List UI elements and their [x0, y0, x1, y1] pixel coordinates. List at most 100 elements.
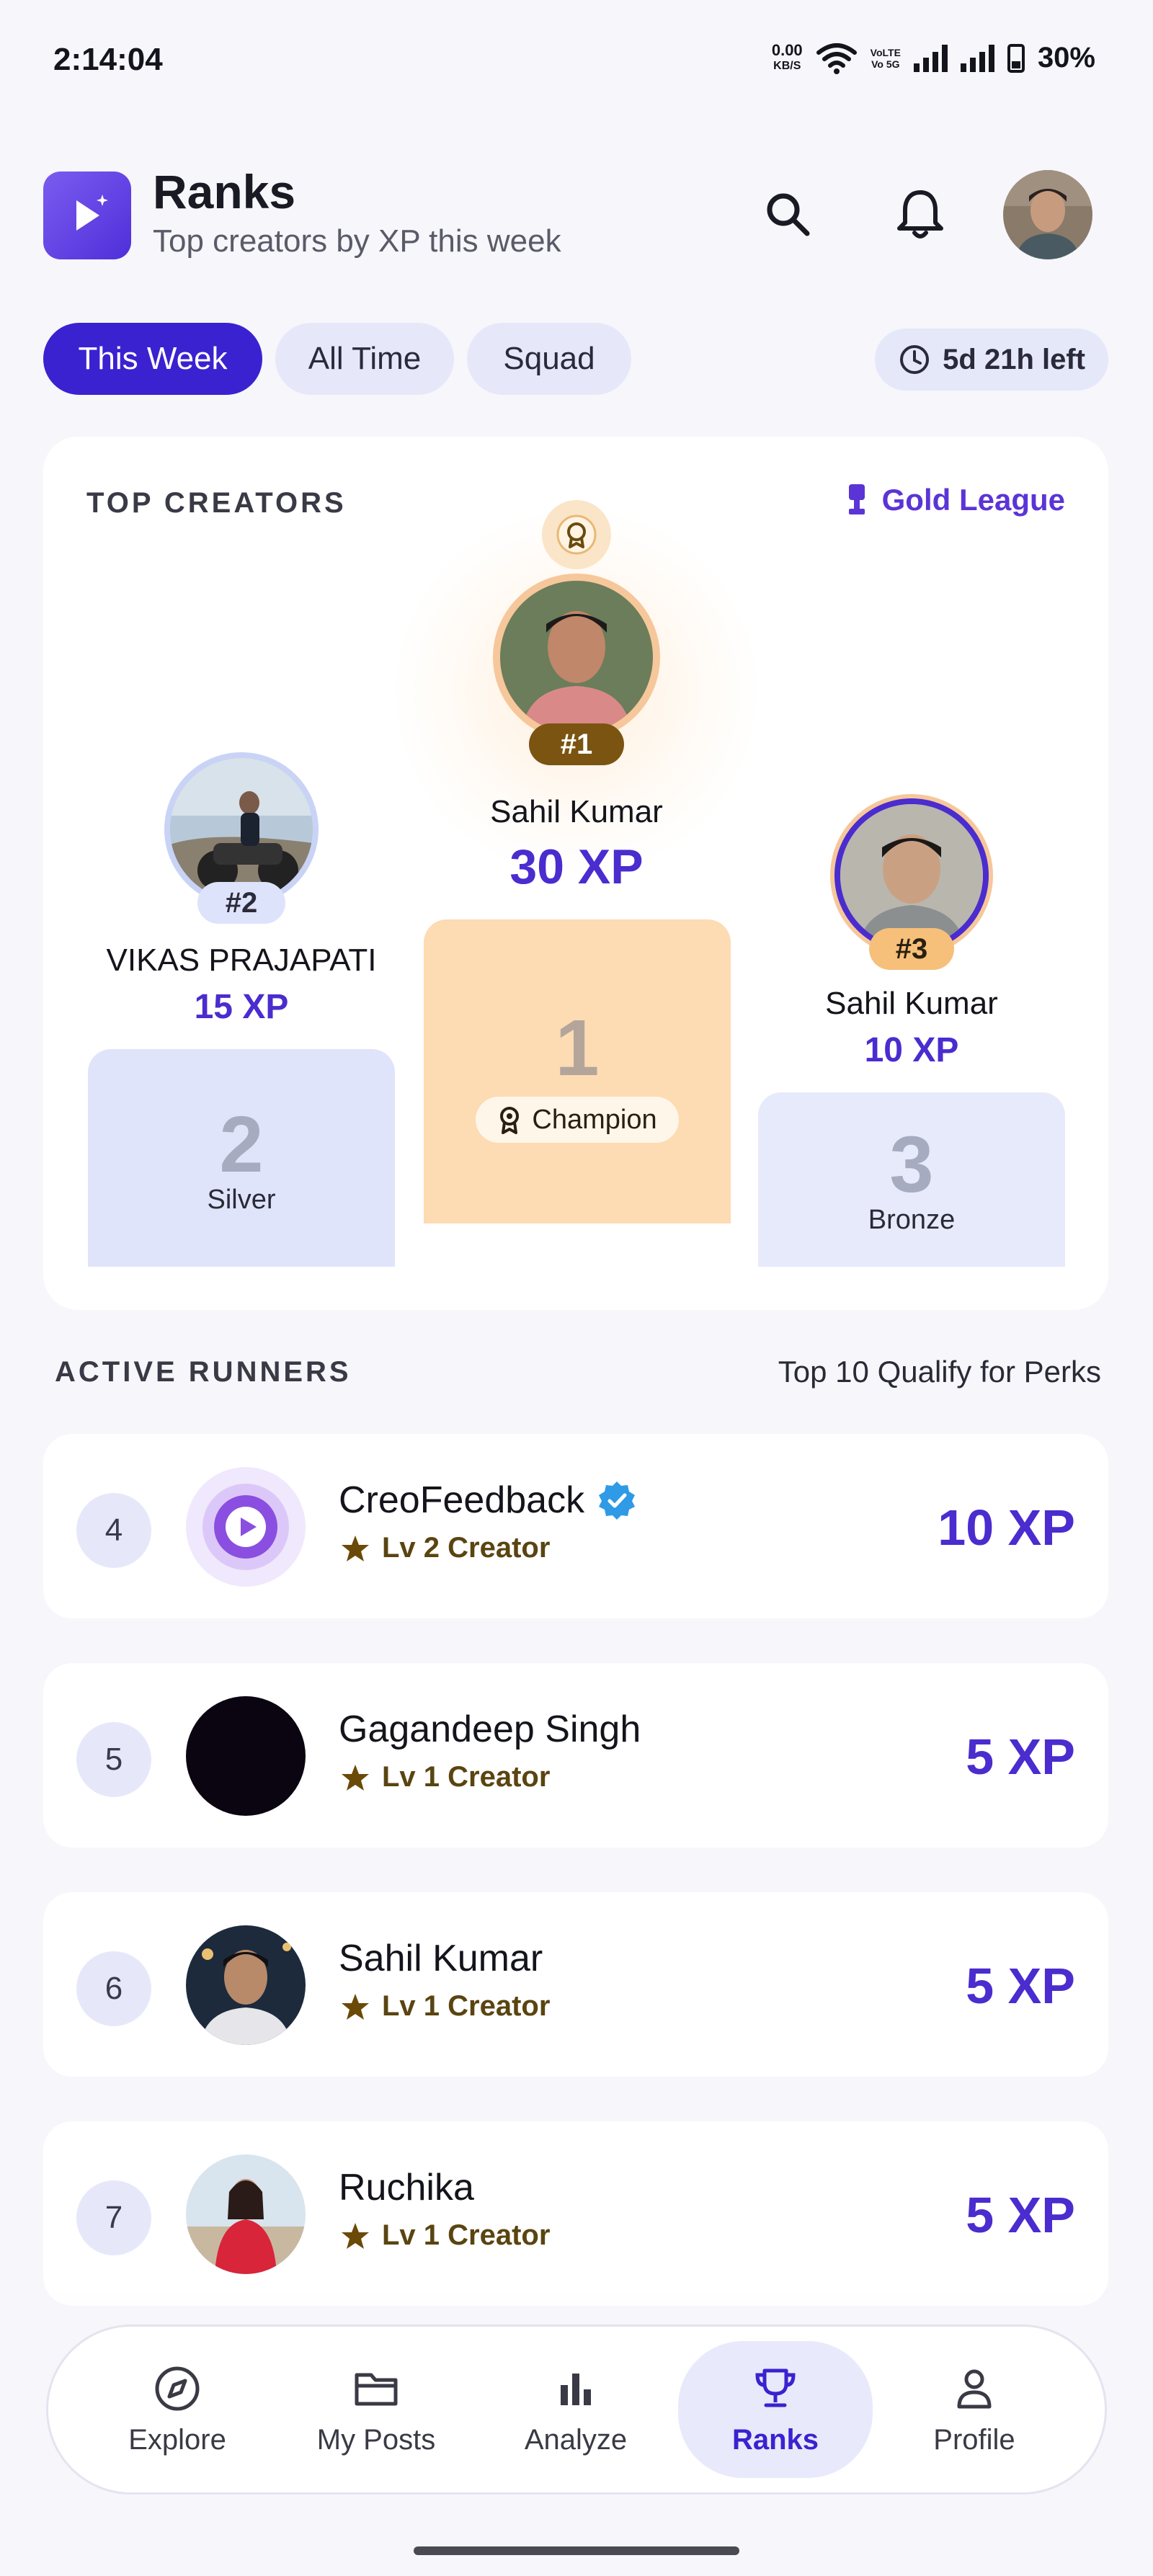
nav-explore[interactable]: Explore [80, 2341, 275, 2478]
nav-profile-label: Profile [933, 2423, 1015, 2456]
runner-level-wrap: Lv 2 Creator [340, 1532, 550, 1564]
battery-icon [1007, 43, 1025, 73]
league-label: Gold League [881, 483, 1065, 517]
runner-level-wrap: Lv 1 Creator [340, 1761, 550, 1793]
play-sparkle-icon [76, 195, 108, 231]
nav-analyze-label: Analyze [524, 2423, 628, 2456]
nav-ranks[interactable]: Ranks [678, 2341, 873, 2478]
champion-label: Champion [532, 1104, 657, 1135]
clock-icon [900, 345, 930, 374]
nav-profile[interactable]: Profile [877, 2341, 1072, 2478]
trophy-icon [755, 2368, 796, 2407]
runner-avatar [186, 2154, 306, 2274]
runner-row[interactable]: 5 Gagandeep Singh Lv 1 Creator 5 XP [43, 1663, 1108, 1848]
top-creators-label: TOP CREATORS [86, 487, 347, 519]
first-block-number: 1 [555, 1004, 600, 1092]
tab-all-time[interactable]: All Time [275, 323, 454, 395]
play-logo-icon [202, 1484, 289, 1570]
search-icon [767, 193, 810, 236]
page-subtitle: Top creators by XP this week [153, 223, 561, 259]
net-speed-value: 0.00 [771, 40, 803, 59]
runner-level: Lv 1 Creator [382, 1761, 551, 1793]
runner-avatar-photo [186, 2154, 306, 2274]
award-icon [556, 514, 597, 555]
third-block-number: 3 [889, 1120, 934, 1209]
runner-xp: 5 XP [966, 1958, 1075, 2014]
nav-ranks-label: Ranks [731, 2423, 819, 2456]
second-block-number: 2 [219, 1100, 264, 1189]
nav-analyze[interactable]: Analyze [478, 2341, 673, 2478]
award-small-icon [500, 1107, 520, 1134]
user-avatar[interactable] [1003, 170, 1092, 259]
runner-row[interactable]: 7 Ruchika Lv 1 Creator 5 XP [43, 2121, 1108, 2306]
nav-my-posts[interactable]: My Posts [279, 2341, 473, 2478]
compass-icon [155, 2366, 200, 2410]
runner-xp: 5 XP [966, 2187, 1075, 2243]
second-name: VIKAS PRAJAPATI [106, 942, 377, 978]
net-speed: 0.00 KB/S [771, 40, 803, 74]
runner-level: Lv 2 Creator [382, 1532, 551, 1564]
runner-name: CreoFeedback [339, 1479, 585, 1521]
home-indicator[interactable] [414, 2546, 739, 2555]
silver-label: Silver [207, 1185, 276, 1215]
status-icons: 0.00 KB/S VoLTE Vo 5G 30% [772, 42, 1095, 74]
second-podium-block: 2 Silver [88, 1049, 395, 1267]
star-icon [342, 1764, 369, 1791]
volte-label-2: Vo 5G [871, 58, 900, 70]
folder-icon [355, 2373, 398, 2405]
first-place-avatar[interactable] [493, 574, 660, 741]
runner-row[interactable]: 4 CreoFeedback Lv 2 Creator 10 XP [43, 1434, 1108, 1618]
runner-name: Ruchika [339, 2167, 474, 2209]
active-runners-label: ACTIVE RUNNERS [55, 1356, 352, 1388]
net-speed-unit: KB/S [773, 59, 801, 72]
runner-name-wrap: Ruchika [339, 2166, 474, 2209]
wifi-icon [816, 43, 857, 74]
runner-level-wrap: Lv 1 Creator [340, 1990, 550, 2023]
notifications-button[interactable] [888, 182, 953, 246]
second-xp: 15 XP [194, 988, 289, 1026]
bottom-nav: Explore My Posts Analyze Ranks Profile [46, 2325, 1107, 2495]
runner-avatar [186, 1467, 306, 1587]
runner-name-wrap: Gagandeep Singh [339, 1708, 641, 1751]
runner-xp: 10 XP [938, 1499, 1075, 1556]
champion-pill: Champion [476, 1097, 679, 1143]
star-icon [342, 2222, 369, 2249]
third-rank-chip: #3 [869, 928, 954, 970]
third-podium-block: 3 Bronze [758, 1092, 1065, 1267]
first-avatar-photo [500, 581, 653, 734]
perks-note: Top 10 Qualify for Perks [778, 1355, 1101, 1389]
bell-icon [897, 190, 943, 239]
third-name: Sahil Kumar [825, 986, 998, 1021]
bronze-label: Bronze [868, 1205, 956, 1235]
volte-icon: VoLTE Vo 5G [871, 47, 901, 70]
nav-my-posts-label: My Posts [316, 2423, 436, 2456]
first-podium-block: 1 Champion [424, 919, 731, 1224]
runner-name-wrap: Sahil Kumar [339, 1937, 543, 1980]
second-avatar-photo [170, 758, 313, 901]
first-rank-chip: #1 [529, 723, 624, 765]
search-button[interactable] [755, 182, 820, 246]
runner-name-wrap: CreoFeedback [339, 1479, 638, 1522]
runner-name: Sahil Kumar [339, 1938, 543, 1979]
tab-squad[interactable]: Squad [467, 323, 631, 395]
volte-label-1: VoLTE [870, 46, 901, 58]
person-icon [957, 2369, 992, 2408]
runner-rank: 7 [76, 2180, 151, 2255]
runner-level: Lv 1 Creator [382, 1990, 551, 2022]
third-avatar-photo [840, 804, 983, 947]
league-badge[interactable]: Gold League [845, 483, 1065, 517]
nav-explore-label: Explore [128, 2423, 226, 2456]
runner-rank: 5 [76, 1722, 151, 1797]
runner-name: Gagandeep Singh [339, 1708, 641, 1750]
avatar-photo [1003, 170, 1092, 259]
third-xp: 10 XP [864, 1031, 959, 1069]
runner-xp: 5 XP [966, 1729, 1075, 1785]
runner-row[interactable]: 6 Sahil Kumar Lv 1 Creator 5 XP [43, 1892, 1108, 2077]
bar-chart-icon [561, 2373, 591, 2405]
tab-this-week[interactable]: This Week [43, 323, 262, 395]
first-xp: 30 XP [509, 839, 644, 894]
runner-level-wrap: Lv 1 Creator [340, 2219, 550, 2252]
page-title: Ranks [153, 165, 296, 218]
runner-rank: 6 [76, 1951, 151, 2026]
first-name: Sahil Kumar [490, 794, 663, 829]
